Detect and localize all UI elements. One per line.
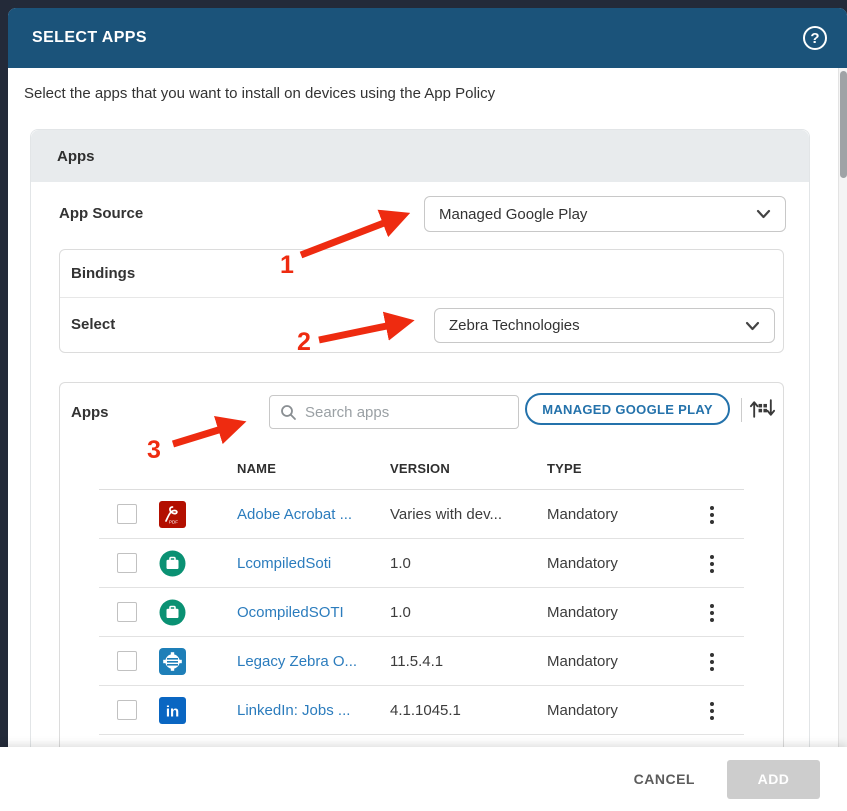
apps-toolbar: Apps Search apps MANAGED GOOGLE PLAY: [60, 383, 783, 443]
add-button[interactable]: ADD: [727, 760, 820, 799]
managed-google-play-button[interactable]: MANAGED GOOGLE PLAY: [525, 393, 730, 425]
app-source-value: Managed Google Play: [439, 206, 587, 223]
app-name-link[interactable]: LinkedIn: Jobs ...: [237, 686, 387, 735]
page-background: SELECT APPS ? Select the apps that you w…: [0, 0, 847, 811]
row-menu-kebab-icon[interactable]: [700, 649, 724, 675]
cancel-button[interactable]: CANCEL: [634, 771, 695, 787]
search-apps-input[interactable]: Search apps: [269, 395, 519, 429]
table-row[interactable]: OcompiledSOTI1.0Mandatory: [99, 588, 744, 637]
column-header-version: VERSION: [390, 443, 450, 490]
app-type: Mandatory: [547, 637, 687, 686]
app-source-label: App Source: [59, 196, 143, 232]
apps-panel: Apps App Source Managed Google Play Bind…: [30, 129, 810, 811]
app-type: Mandatory: [547, 588, 687, 637]
row-checkbox[interactable]: [117, 602, 137, 622]
row-menu-kebab-icon[interactable]: [700, 600, 724, 626]
app-source-dropdown[interactable]: Managed Google Play: [424, 196, 786, 232]
sync-apps-icon[interactable]: [749, 395, 776, 422]
apps-panel-title: Apps: [57, 148, 95, 165]
toolbar-divider: [741, 398, 742, 422]
linkedin-app-icon: in: [159, 697, 186, 724]
column-header-name: NAME: [237, 443, 276, 490]
row-checkbox[interactable]: [117, 553, 137, 573]
apps-panel-header: Apps: [31, 130, 809, 182]
adobe-app-icon: PDF: [159, 501, 186, 528]
column-header-type: TYPE: [547, 443, 582, 490]
app-version: 4.1.1045.1: [390, 686, 540, 735]
app-name-link[interactable]: Adobe Acrobat ...: [237, 490, 387, 539]
svg-text:in: in: [166, 704, 179, 721]
vertical-scrollbar[interactable]: [838, 68, 847, 747]
app-type: Mandatory: [547, 686, 687, 735]
chevron-down-icon: [745, 321, 760, 331]
app-version: 1.0: [390, 539, 540, 588]
bindings-value: Zebra Technologies: [449, 317, 580, 334]
apps-table: NAME VERSION TYPE PDF Adobe Acrobat ...Va…: [99, 443, 744, 735]
zebra-app-icon: [159, 648, 186, 675]
dialog-header: SELECT APPS ?: [8, 8, 847, 68]
select-apps-dialog: SELECT APPS ? Select the apps that you w…: [8, 8, 847, 811]
apps-table-header: NAME VERSION TYPE: [99, 443, 744, 490]
chevron-down-icon: [756, 209, 771, 219]
row-menu-kebab-icon[interactable]: [700, 698, 724, 724]
app-version: Varies with dev...: [390, 490, 540, 539]
app-type: Mandatory: [547, 539, 687, 588]
row-menu-kebab-icon[interactable]: [700, 502, 724, 528]
search-placeholder: Search apps: [305, 404, 389, 421]
app-version: 11.5.4.1: [390, 637, 540, 686]
app-type: Mandatory: [547, 490, 687, 539]
svg-text:PDF: PDF: [169, 520, 178, 525]
app-version: 1.0: [390, 588, 540, 637]
search-icon: [280, 404, 297, 421]
bindings-dropdown[interactable]: Zebra Technologies: [434, 308, 775, 343]
apps-table-body: PDFAdobe Acrobat ...Varies with dev...Ma…: [99, 490, 744, 735]
help-icon[interactable]: ?: [803, 26, 827, 50]
row-checkbox[interactable]: [117, 700, 137, 720]
bindings-select-label: Select: [71, 298, 115, 352]
dialog-footer: CANCEL ADD: [0, 747, 847, 811]
table-row[interactable]: in LinkedIn: Jobs ...4.1.1045.1Mandatory: [99, 686, 744, 735]
bindings-label: Bindings: [60, 250, 783, 298]
table-row[interactable]: Legacy Zebra O...11.5.4.1Mandatory: [99, 637, 744, 686]
row-menu-kebab-icon[interactable]: [700, 551, 724, 577]
dialog-title: SELECT APPS: [32, 29, 147, 47]
bindings-group: Bindings Select Zebra Technologies: [59, 249, 784, 353]
scrollbar-thumb[interactable]: [840, 71, 847, 178]
app-name-link[interactable]: LcompiledSoti: [237, 539, 387, 588]
row-checkbox[interactable]: [117, 651, 137, 671]
workapp-app-icon: [159, 599, 186, 626]
app-name-link[interactable]: Legacy Zebra O...: [237, 637, 387, 686]
workapp-app-icon: [159, 550, 186, 577]
bindings-select-row: Select Zebra Technologies: [60, 298, 783, 352]
row-checkbox[interactable]: [117, 504, 137, 524]
app-name-link[interactable]: OcompiledSOTI: [237, 588, 387, 637]
table-row[interactable]: LcompiledSoti1.0Mandatory: [99, 539, 744, 588]
apps-list-label: Apps: [71, 383, 109, 443]
dialog-description: Select the apps that you want to install…: [24, 85, 495, 102]
table-row[interactable]: PDF Adobe Acrobat ...Varies with dev...Ma…: [99, 490, 744, 539]
